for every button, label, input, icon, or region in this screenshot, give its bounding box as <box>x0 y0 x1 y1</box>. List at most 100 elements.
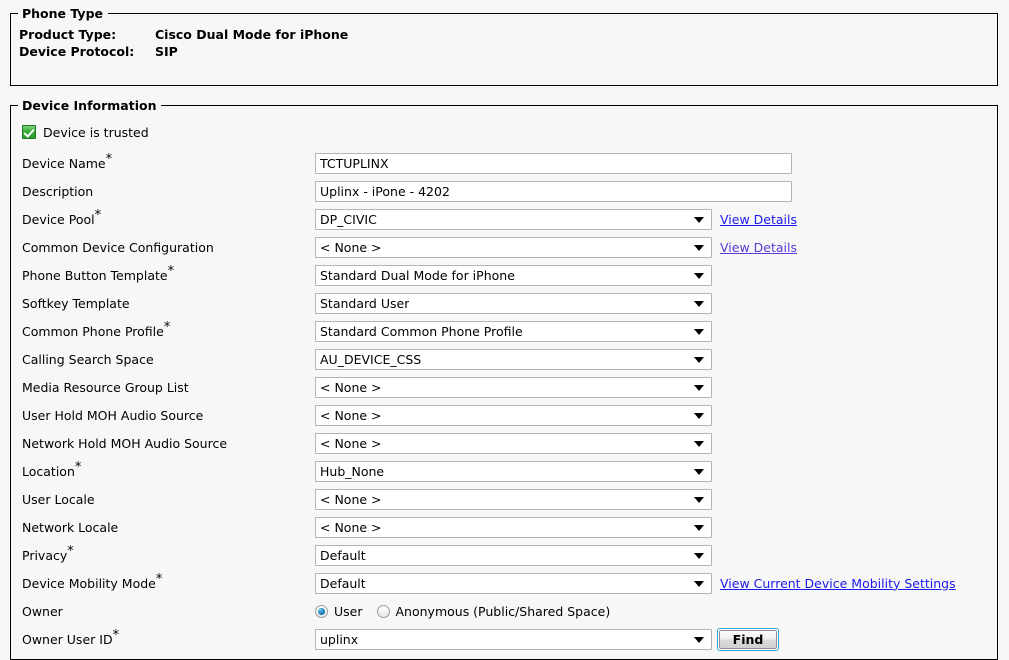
calling-search-space-select[interactable]: AU_DEVICE_CSS <box>315 348 712 370</box>
field-row-device-name: Device Name* <box>17 149 997 177</box>
label-location: Location* <box>22 460 82 479</box>
device-pool-value: DP_CIVIC <box>320 211 377 227</box>
field-row-location: Location* Hub_None <box>17 457 997 485</box>
network-locale-select[interactable]: < None > <box>315 516 712 538</box>
label-owner-user-id: Owner User ID* <box>22 628 120 647</box>
label-softkey-template: Softkey Template <box>22 295 130 311</box>
label-description: Description <box>22 183 94 199</box>
softkey-template-select[interactable]: Standard User <box>315 292 712 314</box>
field-row-device-pool: Device Pool* DP_CIVIC View Details <box>17 205 997 233</box>
table-row: Device Protocol: SIP <box>19 43 348 60</box>
product-type-value: Cisco Dual Mode for iPhone <box>155 27 349 42</box>
label-network-locale: Network Locale <box>22 519 119 535</box>
owner-user-id-select[interactable]: uplinx <box>315 628 712 650</box>
label-device-mobility-mode: Device Mobility Mode* <box>22 572 163 591</box>
device-information-section: Device Information Device is trusted Dev… <box>10 98 998 660</box>
label-device-pool: Device Pool* <box>22 208 102 227</box>
field-row-privacy: Privacy* Default <box>17 541 997 569</box>
field-row-owner-user-id: Owner User ID* uplinx Find <box>17 625 997 653</box>
media-resource-group-list-select[interactable]: < None > <box>315 376 712 398</box>
user-locale-value: < None > <box>320 491 382 507</box>
device-is-trusted-row: Device is trusted <box>22 121 997 143</box>
user-hold-moh-audio-source-value: < None > <box>320 407 382 423</box>
softkey-template-value: Standard User <box>320 295 410 311</box>
chevron-down-icon <box>694 301 704 307</box>
phone-button-template-select[interactable]: Standard Dual Mode for iPhone <box>315 264 712 286</box>
network-hold-moh-audio-source-select[interactable]: < None > <box>315 432 712 454</box>
view-current-device-mobility-settings-link[interactable]: View Current Device Mobility Settings <box>720 576 956 591</box>
chevron-down-icon <box>694 525 704 531</box>
chevron-down-icon <box>694 469 704 475</box>
label-owner: Owner <box>22 603 63 619</box>
chevron-down-icon <box>694 441 704 447</box>
common-device-configuration-select[interactable]: < None > <box>315 236 712 258</box>
label-user-hold-moh-audio-source: User Hold MOH Audio Source <box>22 407 204 423</box>
required-asterisk: * <box>167 264 175 280</box>
field-row-common-device-configuration: Common Device Configuration < None > Vie… <box>17 233 997 261</box>
field-row-network-hold-moh-audio-source: Network Hold MOH Audio Source < None > <box>17 429 997 457</box>
chevron-down-icon <box>694 217 704 223</box>
field-row-media-resource-group-list: Media Resource Group List < None > <box>17 373 997 401</box>
field-row-description: Description <box>17 177 997 205</box>
label-common-device-configuration: Common Device Configuration <box>22 239 214 255</box>
field-row-softkey-template: Softkey Template Standard User <box>17 289 997 317</box>
green-check-icon[interactable] <box>22 125 36 139</box>
field-row-device-mobility-mode: Device Mobility Mode* Default View Curre… <box>17 569 997 597</box>
user-locale-select[interactable]: < None > <box>315 488 712 510</box>
device-information-legend: Device Information <box>22 98 157 113</box>
media-resource-group-list-value: < None > <box>320 379 382 395</box>
phone-type-section: Phone Type Product Type: Cisco Dual Mode… <box>10 6 998 86</box>
chevron-down-icon <box>694 329 704 335</box>
required-asterisk: * <box>67 544 74 560</box>
owner-anonymous-radio[interactable] <box>376 604 390 618</box>
field-row-phone-button-template: Phone Button Template* Standard Dual Mod… <box>17 261 997 289</box>
owner-user-radio[interactable] <box>315 604 328 618</box>
chevron-down-icon <box>694 413 704 419</box>
label-calling-search-space: Calling Search Space <box>22 351 154 367</box>
chevron-down-icon <box>694 273 704 279</box>
location-value: Hub_None <box>320 463 385 479</box>
description-input[interactable] <box>315 180 792 202</box>
owner-radio-group: User Anonymous (Public/Shared Space) <box>315 604 610 619</box>
privacy-select[interactable]: Default <box>315 544 712 566</box>
user-hold-moh-audio-source-select[interactable]: < None > <box>315 404 712 426</box>
common-device-configuration-value: < None > <box>320 239 382 255</box>
chevron-down-icon <box>694 497 704 503</box>
device-pool-select[interactable]: DP_CIVIC <box>315 208 712 230</box>
network-locale-value: < None > <box>320 519 382 535</box>
label-common-phone-profile: Common Phone Profile* <box>22 320 171 339</box>
field-row-owner: Owner User Anonymous (Public/Shared Spac… <box>17 597 997 625</box>
location-select[interactable]: Hub_None <box>315 460 712 482</box>
owner-user-id-value: uplinx <box>320 631 359 647</box>
required-asterisk: * <box>74 460 82 476</box>
required-asterisk: * <box>155 572 163 588</box>
calling-search-space-value: AU_DEVICE_CSS <box>320 351 422 367</box>
find-button[interactable]: Find <box>717 627 779 651</box>
chevron-down-icon <box>694 553 704 559</box>
required-asterisk: * <box>94 208 102 224</box>
device-name-input[interactable] <box>315 152 792 174</box>
device-mobility-mode-value: Default <box>320 575 366 591</box>
chevron-down-icon <box>694 581 704 587</box>
phone-type-table: Product Type: Cisco Dual Mode for iPhone… <box>19 26 348 60</box>
device-is-trusted-label: Device is trusted <box>43 124 149 140</box>
device-pool-view-details-link[interactable]: View Details <box>720 212 797 227</box>
network-hold-moh-audio-source-value: < None > <box>320 435 382 451</box>
field-row-common-phone-profile: Common Phone Profile* Standard Common Ph… <box>17 317 997 345</box>
owner-anonymous-radio-label: Anonymous (Public/Shared Space) <box>395 603 611 619</box>
common-phone-profile-value: Standard Common Phone Profile <box>320 323 523 339</box>
common-phone-profile-select[interactable]: Standard Common Phone Profile <box>315 320 712 342</box>
label-phone-button-template: Phone Button Template* <box>22 264 175 283</box>
device-mobility-mode-select[interactable]: Default <box>315 572 712 594</box>
chevron-down-icon <box>694 357 704 363</box>
field-row-network-locale: Network Locale < None > <box>17 513 997 541</box>
device-information-form: Device is trusted Device Name* Descripti… <box>11 113 997 653</box>
device-protocol-value: SIP <box>155 44 178 59</box>
phone-button-template-value: Standard Dual Mode for iPhone <box>320 267 515 283</box>
field-row-user-hold-moh-audio-source: User Hold MOH Audio Source < None > <box>17 401 997 429</box>
common-device-configuration-view-details-link[interactable]: View Details <box>720 240 797 255</box>
label-media-resource-group-list: Media Resource Group List <box>22 379 189 395</box>
label-user-locale: User Locale <box>22 491 95 507</box>
chevron-down-icon <box>694 385 704 391</box>
find-button-label: Find <box>719 629 777 649</box>
